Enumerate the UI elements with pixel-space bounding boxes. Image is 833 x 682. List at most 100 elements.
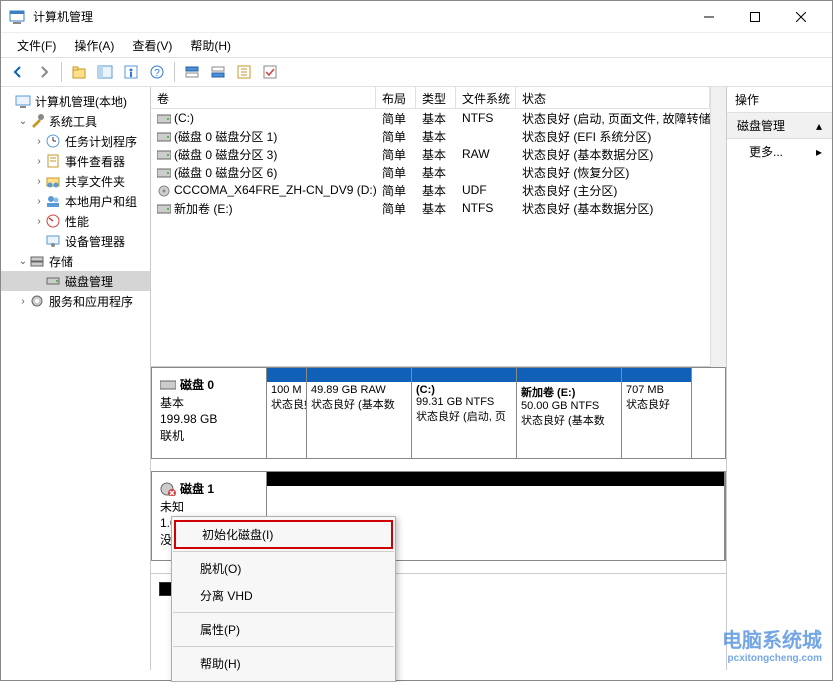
clock-icon — [45, 133, 61, 149]
volume-row[interactable]: (磁盘 0 磁盘分区 1)简单基本状态良好 (EFI 系统分区) — [151, 127, 710, 145]
tree-diskmgmt[interactable]: 磁盘管理 — [1, 271, 150, 291]
ctx-detach-vhd[interactable]: 分离 VHD — [172, 582, 395, 609]
submenu-icon: ▸ — [816, 145, 822, 159]
disk1-type: 未知 — [160, 498, 258, 515]
users-icon — [45, 193, 61, 209]
col-volume[interactable]: 卷 — [151, 87, 376, 108]
services-icon — [29, 293, 45, 309]
menu-help[interactable]: 帮助(H) — [182, 35, 239, 56]
tree-svcapps[interactable]: ›服务和应用程序 — [1, 291, 150, 311]
app-icon — [9, 9, 25, 25]
view-top-button[interactable] — [181, 61, 203, 83]
back-button[interactable] — [7, 61, 29, 83]
disk-unknown-icon — [160, 482, 176, 496]
disk0-row[interactable]: 磁盘 0 基本 199.98 GB 联机 100 M状态良好49.89 GB R… — [151, 367, 726, 459]
volume-row[interactable]: (磁盘 0 磁盘分区 6)简单基本状态良好 (恢复分区) — [151, 163, 710, 181]
close-button[interactable] — [778, 2, 824, 32]
perf-icon — [45, 213, 61, 229]
tree-users[interactable]: ›本地用户和组 — [1, 191, 150, 211]
tree-perf-label: 性能 — [65, 213, 89, 230]
actions-more[interactable]: 更多...▸ — [727, 139, 832, 164]
tree-devmgr-label: 设备管理器 — [65, 233, 125, 250]
minimize-button[interactable] — [686, 2, 732, 32]
up-button[interactable] — [68, 61, 90, 83]
col-layout[interactable]: 布局 — [376, 87, 416, 108]
volume-list[interactable]: 卷 布局 类型 文件系统 状态 (C:)简单基本NTFS状态良好 (启动, 页面… — [151, 87, 710, 367]
col-type[interactable]: 类型 — [416, 87, 456, 108]
volume-icon — [157, 167, 171, 179]
disk0-info: 磁盘 0 基本 199.98 GB 联机 — [152, 368, 267, 458]
scrollbar[interactable] — [710, 87, 726, 367]
navigation-tree[interactable]: 计算机管理(本地) ⌄系统工具 ›任务计划程序 ›事件查看器 ›共享文件夹 ›本… — [1, 87, 151, 670]
volume-row[interactable]: (磁盘 0 磁盘分区 3)简单基本RAW状态良好 (基本数据分区) — [151, 145, 710, 163]
collapse-icon: ▴ — [816, 119, 822, 133]
window-title: 计算机管理 — [33, 8, 686, 25]
storage-icon — [29, 253, 45, 269]
tree-root[interactable]: 计算机管理(本地) — [1, 91, 150, 111]
volume-row[interactable]: 新加卷 (E:)简单基本NTFS状态良好 (基本数据分区) — [151, 199, 710, 217]
actions-pane: 操作 磁盘管理▴ 更多...▸ — [727, 87, 832, 670]
tree-storage[interactable]: ⌄存储 — [1, 251, 150, 271]
properties-button[interactable] — [120, 61, 142, 83]
tree-users-label: 本地用户和组 — [65, 193, 137, 210]
volume-icon — [157, 149, 171, 161]
tree-svcapps-label: 服务和应用程序 — [49, 293, 133, 310]
partition[interactable]: (C:)99.31 GB NTFS状态良好 (启动, 页 — [412, 368, 517, 458]
forward-button[interactable] — [33, 61, 55, 83]
tree-shared[interactable]: ›共享文件夹 — [1, 171, 150, 191]
watermark: 电脑系统城 pcxitongcheng.com — [722, 624, 822, 664]
disk0-title: 磁盘 0 — [180, 376, 214, 393]
menu-view[interactable]: 查看(V) — [124, 35, 180, 56]
maximize-button[interactable] — [732, 2, 778, 32]
toolbar: ? — [1, 57, 832, 87]
tree-devmgr[interactable]: 设备管理器 — [1, 231, 150, 251]
disk0-partitions: 100 M状态良好49.89 GB RAW状态良好 (基本数(C:)99.31 … — [267, 368, 725, 458]
shared-icon — [45, 173, 61, 189]
tree-task-label: 任务计划程序 — [65, 133, 137, 150]
tree-shared-label: 共享文件夹 — [65, 173, 125, 190]
ctx-offline[interactable]: 脱机(O) — [172, 555, 395, 582]
computer-icon — [15, 93, 31, 109]
menu-action[interactable]: 操作(A) — [66, 35, 122, 56]
actions-header: 操作 — [727, 87, 832, 113]
help-toolbar-button[interactable]: ? — [146, 61, 168, 83]
show-tree-button[interactable] — [94, 61, 116, 83]
volume-icon — [157, 185, 171, 197]
tree-root-label: 计算机管理(本地) — [35, 93, 127, 110]
disk-icon — [45, 273, 61, 289]
partition[interactable]: 707 MB状态良好 — [622, 368, 692, 458]
actions-diskmgmt[interactable]: 磁盘管理▴ — [727, 113, 832, 139]
menubar: 文件(F) 操作(A) 查看(V) 帮助(H) — [1, 33, 832, 57]
tree-diskmgmt-label: 磁盘管理 — [65, 273, 113, 290]
partition[interactable]: 100 M状态良好 — [267, 368, 307, 458]
volume-icon — [157, 113, 171, 125]
event-icon — [45, 153, 61, 169]
disk0-type: 基本 — [160, 394, 258, 411]
check-button[interactable] — [259, 61, 281, 83]
disk0-size: 199.98 GB — [160, 412, 258, 426]
tree-eventvwr[interactable]: ›事件查看器 — [1, 151, 150, 171]
disk-hw-icon — [160, 379, 176, 391]
svg-text:?: ? — [154, 68, 160, 79]
volume-row[interactable]: (C:)简单基本NTFS状态良好 (启动, 页面文件, 故障转储, 基本 — [151, 109, 710, 127]
volume-row[interactable]: CCCOMA_X64FRE_ZH-CN_DV9 (D:)简单基本UDF状态良好 … — [151, 181, 710, 199]
col-status[interactable]: 状态 — [516, 87, 710, 108]
ctx-help[interactable]: 帮助(H) — [172, 650, 395, 677]
tree-perf[interactable]: ›性能 — [1, 211, 150, 231]
partition[interactable]: 新加卷 (E:)50.00 GB NTFS状态良好 (基本数 — [517, 368, 622, 458]
volume-icon — [157, 131, 171, 143]
ctx-properties[interactable]: 属性(P) — [172, 616, 395, 643]
volume-icon — [157, 203, 171, 215]
settings-button[interactable] — [233, 61, 255, 83]
menu-file[interactable]: 文件(F) — [9, 35, 64, 56]
tree-systools[interactable]: ⌄系统工具 — [1, 111, 150, 131]
device-icon — [45, 233, 61, 249]
tree-systools-label: 系统工具 — [49, 113, 97, 130]
view-bottom-button[interactable] — [207, 61, 229, 83]
main: 计算机管理(本地) ⌄系统工具 ›任务计划程序 ›事件查看器 ›共享文件夹 ›本… — [1, 87, 832, 670]
col-filesystem[interactable]: 文件系统 — [456, 87, 516, 108]
tools-icon — [29, 113, 45, 129]
ctx-initialize-disk[interactable]: 初始化磁盘(I) — [174, 520, 393, 549]
partition[interactable]: 49.89 GB RAW状态良好 (基本数 — [307, 368, 412, 458]
tree-task[interactable]: ›任务计划程序 — [1, 131, 150, 151]
